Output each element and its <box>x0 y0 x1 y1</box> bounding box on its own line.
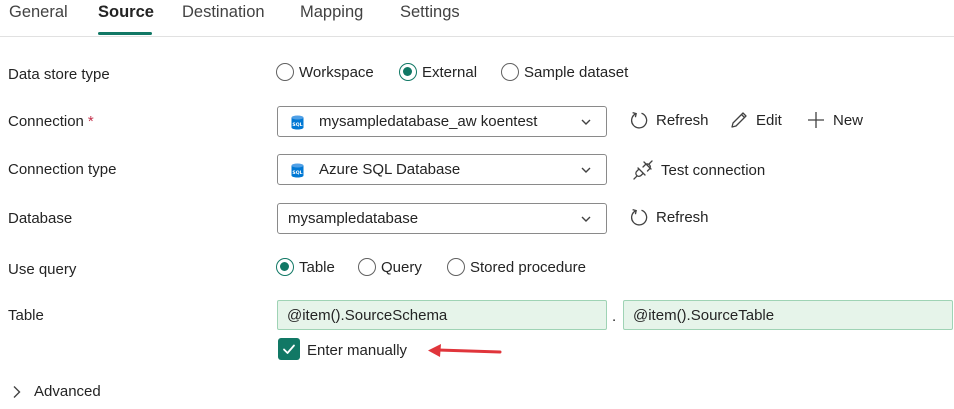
new-label: New <box>833 111 864 129</box>
tab-bar: General Source Destination Mapping Setti… <box>0 0 954 37</box>
advanced-label: Advanced <box>34 383 101 400</box>
tab-general[interactable]: General <box>9 3 68 22</box>
plug-disconnected-icon <box>633 160 653 180</box>
svg-text:SQL: SQL <box>292 170 302 176</box>
radio-label: Query <box>381 258 422 276</box>
radio-stored-procedure[interactable]: Stored procedure <box>447 258 586 276</box>
table-expression-value: @item().SourceTable <box>633 307 775 324</box>
database-label: Database <box>8 210 73 227</box>
radio-circle <box>358 258 376 276</box>
connection-type-dropdown[interactable]: SQL Azure SQL Database <box>277 154 607 185</box>
connection-type-label: Connection type <box>8 161 117 178</box>
refresh-icon <box>630 208 648 226</box>
radio-table[interactable]: Table <box>276 258 335 276</box>
refresh-icon <box>630 111 648 129</box>
database-dropdown[interactable]: mysampledatabase <box>277 203 607 234</box>
connection-new-button[interactable]: New <box>806 110 863 130</box>
tab-destination[interactable]: Destination <box>182 3 265 22</box>
table-label: Table <box>8 307 44 324</box>
connection-label: Connection * <box>8 113 94 130</box>
connection-refresh-button[interactable]: Refresh <box>629 110 709 130</box>
edit-pencil-icon <box>731 112 747 128</box>
radio-circle-selected <box>399 63 417 81</box>
connection-edit-button[interactable]: Edit <box>729 110 782 130</box>
radio-circle <box>447 258 465 276</box>
chevron-down-icon <box>581 216 591 222</box>
radio-circle <box>276 63 294 81</box>
schema-table-separator: . <box>612 308 617 325</box>
enter-manually-checkbox[interactable] <box>278 338 300 360</box>
radio-external[interactable]: External <box>399 63 477 81</box>
radio-workspace[interactable]: Workspace <box>276 63 374 81</box>
radio-circle <box>501 63 519 81</box>
required-indicator: * <box>87 113 94 130</box>
schema-expression-input[interactable]: @item().SourceSchema <box>277 300 607 330</box>
test-connection-label: Test connection <box>661 161 766 179</box>
refresh-label: Refresh <box>656 111 709 129</box>
radio-query[interactable]: Query <box>358 258 422 276</box>
radio-label: Stored procedure <box>470 258 586 276</box>
tab-settings[interactable]: Settings <box>400 3 460 22</box>
tab-mapping[interactable]: Mapping <box>300 3 363 22</box>
checkmark-icon <box>283 344 295 354</box>
active-tab-indicator <box>98 32 152 35</box>
tab-source[interactable]: Source <box>98 3 154 22</box>
annotation-arrow-icon <box>428 344 502 357</box>
refresh-label: Refresh <box>656 208 709 226</box>
chevron-down-icon <box>581 167 591 173</box>
table-expression-input[interactable]: @item().SourceTable <box>623 300 953 330</box>
database-value: mysampledatabase <box>288 210 419 227</box>
use-query-label: Use query <box>8 261 77 278</box>
radio-sample-dataset[interactable]: Sample dataset <box>501 63 628 81</box>
sql-database-icon: SQL <box>291 115 304 130</box>
connection-label-text: Connection <box>8 113 84 130</box>
connection-dropdown[interactable]: SQL mysampledatabase_aw koentest <box>277 106 607 137</box>
schema-expression-value: @item().SourceSchema <box>287 307 448 324</box>
radio-circle-selected <box>276 258 294 276</box>
connection-value: mysampledatabase_aw koentest <box>319 113 538 130</box>
sql-database-icon: SQL <box>291 163 304 178</box>
radio-label: Table <box>299 258 335 276</box>
radio-label: Sample dataset <box>524 63 629 81</box>
advanced-expander[interactable]: Advanced <box>12 383 101 400</box>
database-refresh-button[interactable]: Refresh <box>629 207 709 227</box>
edit-label: Edit <box>756 111 782 129</box>
connection-type-value: Azure SQL Database <box>319 161 461 178</box>
chevron-down-icon <box>581 119 591 125</box>
radio-label: Workspace <box>299 63 374 81</box>
data-store-type-label: Data store type <box>8 66 110 83</box>
chevron-right-icon <box>13 385 21 398</box>
test-connection-button[interactable]: Test connection <box>632 159 765 181</box>
svg-text:SQL: SQL <box>292 122 302 128</box>
enter-manually-label: Enter manually <box>307 342 408 359</box>
plus-icon <box>808 112 824 128</box>
radio-label: External <box>422 63 478 81</box>
